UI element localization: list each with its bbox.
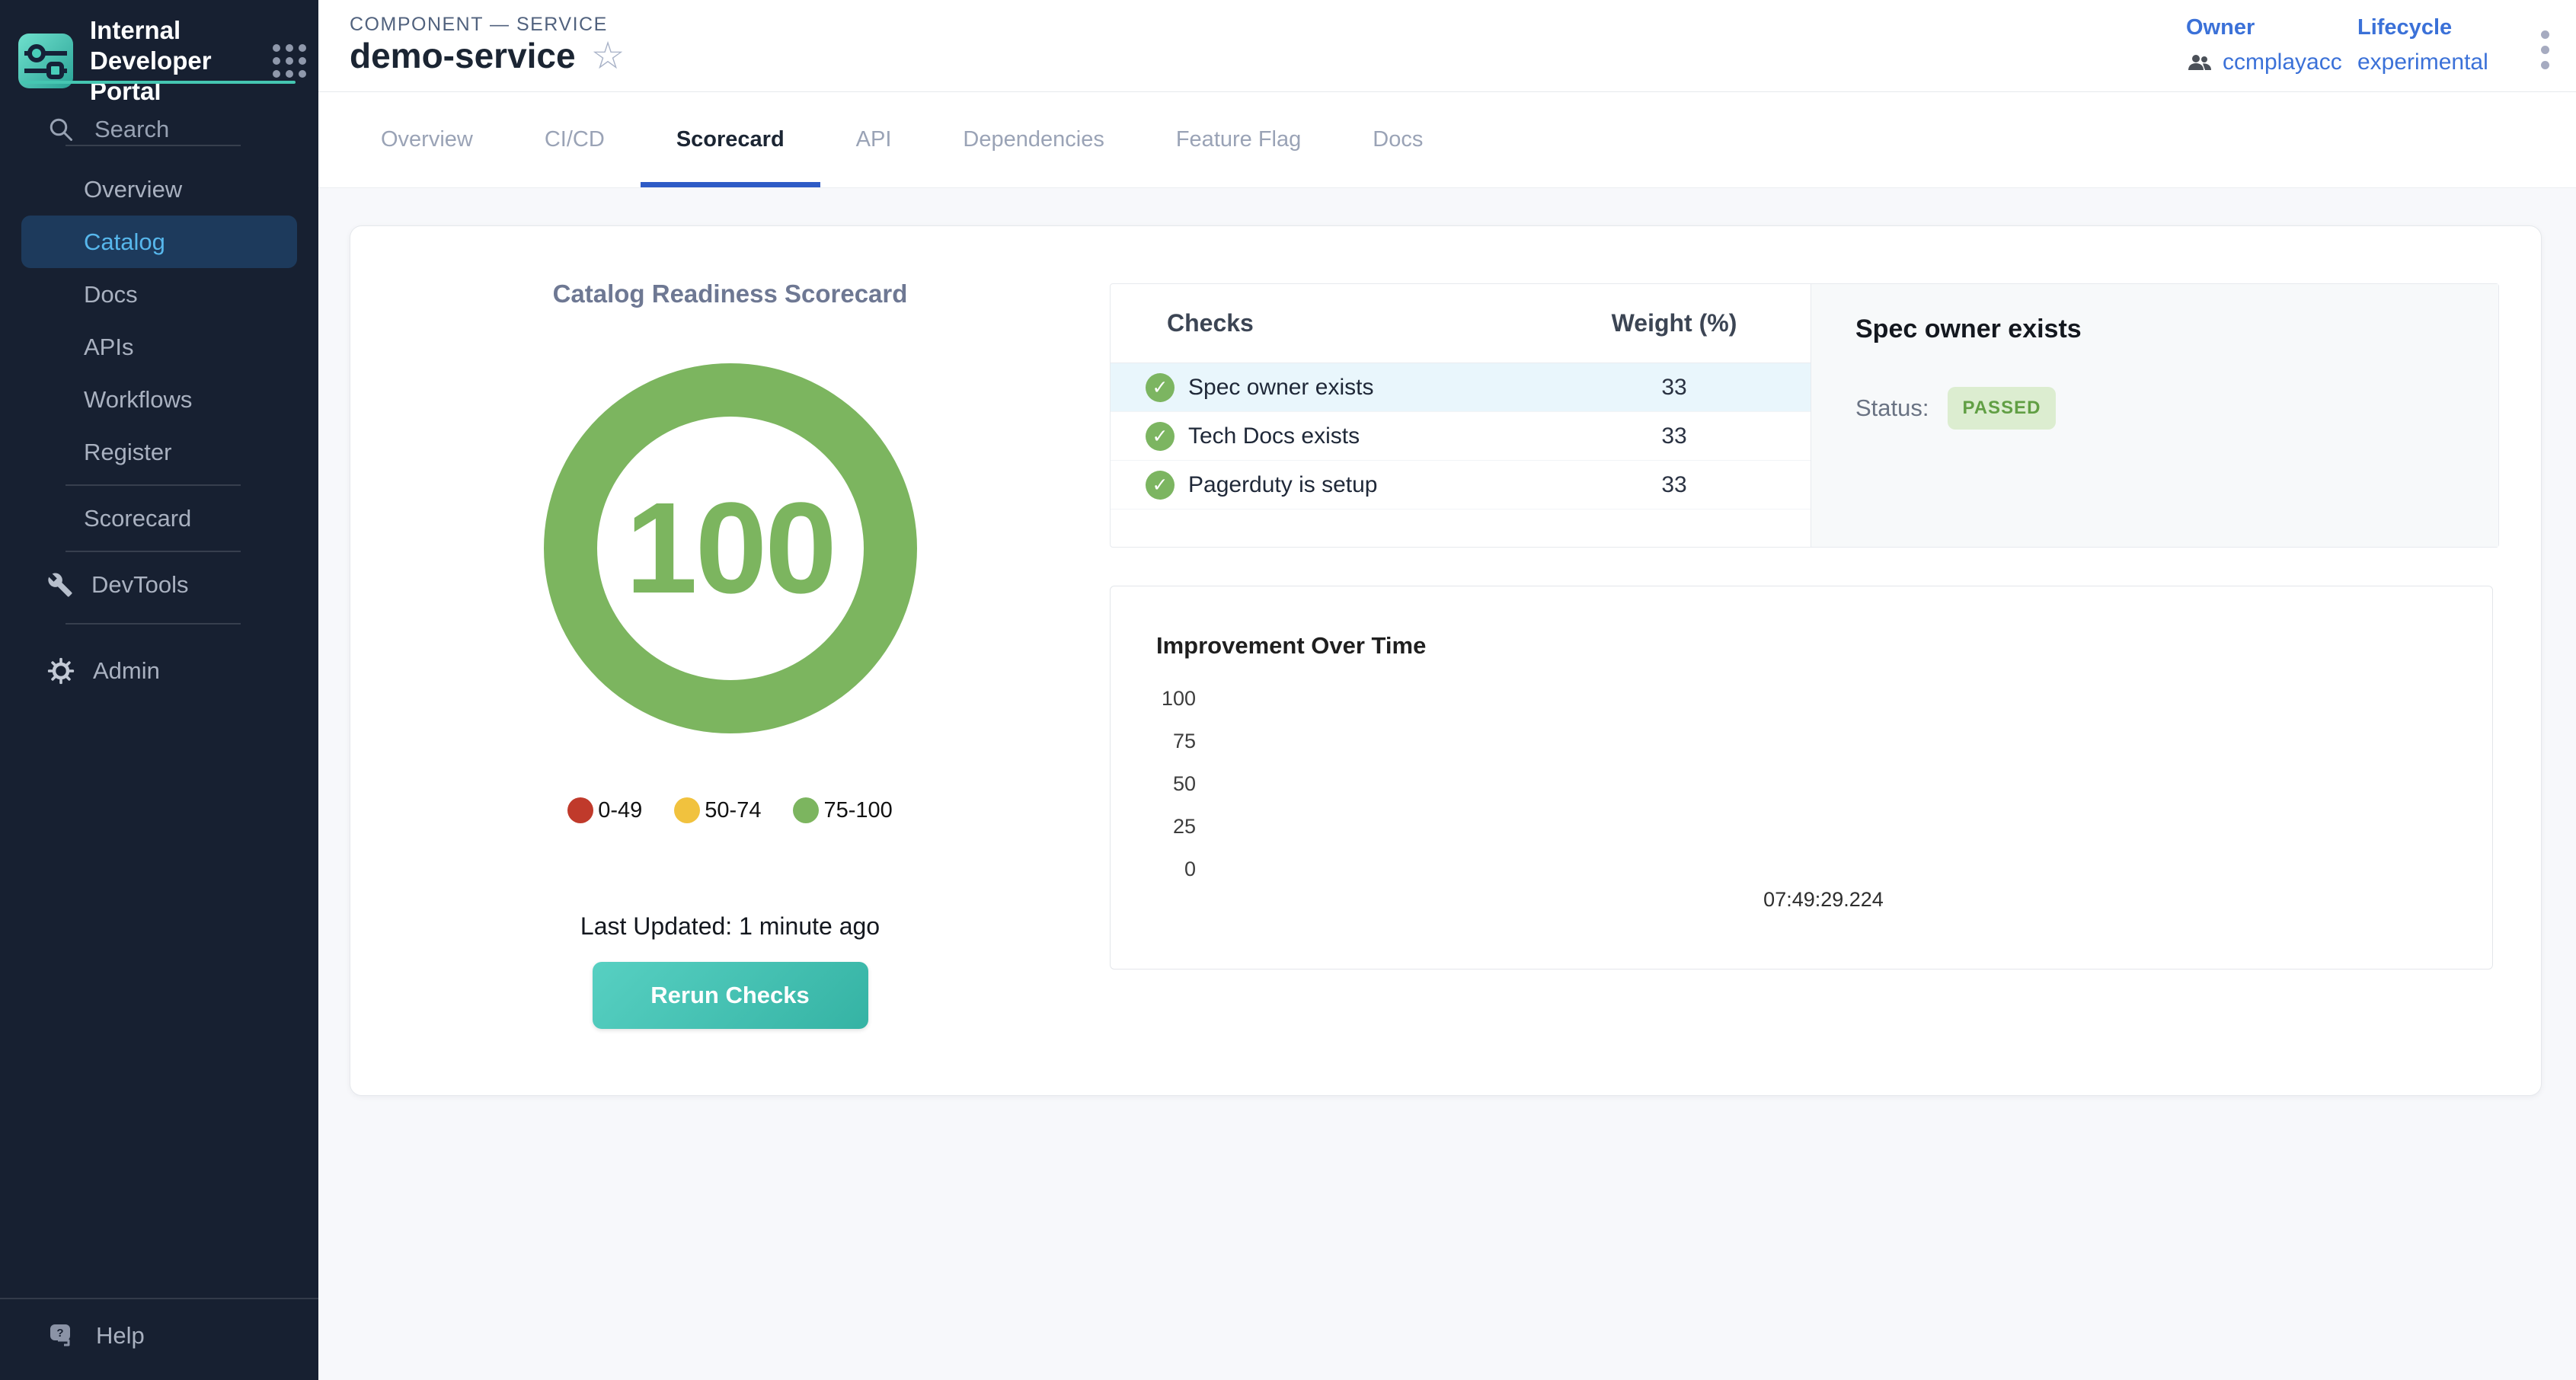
scorecard-title: Catalog Readiness Scorecard xyxy=(350,280,1110,308)
search-icon xyxy=(47,116,75,143)
entity-tabs: Overview CI/CD Scorecard API Dependencie… xyxy=(318,92,2576,188)
sidebar-item-admin[interactable]: Admin xyxy=(0,644,318,697)
sidebar-header: Internal Developer Portal xyxy=(18,15,306,107)
legend-dot-yellow xyxy=(674,797,700,823)
checks-header: Checks xyxy=(1167,309,1587,337)
owner-label: Owner xyxy=(2186,15,2342,40)
sidebar-item-overview[interactable]: Overview xyxy=(0,163,318,216)
sidebar-item-scorecard[interactable]: Scorecard xyxy=(0,492,318,545)
sidebar-divider xyxy=(66,145,241,146)
app-root: Internal Developer Portal Search Overvie… xyxy=(0,0,2576,1380)
gear-icon xyxy=(47,657,75,685)
score-legend: 0-49 50-74 75-100 xyxy=(567,797,893,823)
tab-overview[interactable]: Overview xyxy=(345,92,509,187)
check-passed-icon xyxy=(1146,373,1175,402)
wrench-icon xyxy=(47,572,73,598)
lifecycle-label: Lifecycle xyxy=(2357,15,2488,40)
sidebar-divider xyxy=(66,484,241,486)
score-donut: 100 xyxy=(544,363,917,733)
sidebar-item-help[interactable]: ? Help xyxy=(0,1308,318,1363)
more-options-icon[interactable] xyxy=(2536,26,2554,74)
legend-item-high: 75-100 xyxy=(793,797,892,823)
tab-feature-flag[interactable]: Feature Flag xyxy=(1140,92,1337,187)
accent-divider xyxy=(21,81,296,84)
check-detail-panel: Spec owner exists Status: PASSED xyxy=(1811,284,2498,547)
sidebar-divider xyxy=(0,1298,318,1299)
legend-item-low: 0-49 xyxy=(567,797,642,823)
sidebar-nav: Overview Catalog Docs APIs Workflows Reg… xyxy=(0,163,318,611)
page-title: demo-service xyxy=(350,35,576,76)
apps-grid-icon[interactable] xyxy=(273,44,306,78)
weight-header: Weight (%) xyxy=(1587,309,1762,337)
tab-api[interactable]: API xyxy=(820,92,928,187)
check-passed-icon xyxy=(1146,422,1175,451)
checks-table-header: Checks Weight (%) xyxy=(1111,284,1811,363)
owner-value[interactable]: ccmplayacc xyxy=(2186,50,2342,75)
improvement-chart: Improvement Over Time 100 75 50 25 0 07:… xyxy=(1110,586,2493,970)
sidebar-item-register[interactable]: Register xyxy=(0,426,318,478)
favorite-star-icon[interactable] xyxy=(591,37,625,75)
sidebar: Internal Developer Portal Search Overvie… xyxy=(0,0,318,1380)
status-badge: PASSED xyxy=(1948,387,2057,430)
checks-panels: Checks Weight (%) Spec owner exists 33 T… xyxy=(1110,283,2499,548)
help-icon: ? xyxy=(47,1322,78,1350)
scorecard-tab-content: Catalog Readiness Scorecard 100 0-49 50-… xyxy=(318,188,2576,1380)
score-column: Catalog Readiness Scorecard 100 0-49 50-… xyxy=(350,226,1110,1095)
chart-title: Improvement Over Time xyxy=(1156,632,1426,660)
breadcrumb: COMPONENT — SERVICE xyxy=(350,14,608,36)
legend-item-mid: 50-74 xyxy=(674,797,761,823)
check-detail-title: Spec owner exists xyxy=(1855,315,2498,344)
entity-header: COMPONENT — SERVICE demo-service Owner xyxy=(318,0,2576,92)
chart-y-axis: 100 75 50 25 0 xyxy=(1129,677,1196,890)
people-icon xyxy=(2186,52,2213,73)
main-area: COMPONENT — SERVICE demo-service Owner xyxy=(318,0,2576,1380)
sidebar-divider xyxy=(66,623,241,625)
check-row-tech-docs[interactable]: Tech Docs exists 33 xyxy=(1111,412,1811,461)
lifecycle-value[interactable]: experimental xyxy=(2357,50,2488,75)
tab-cicd[interactable]: CI/CD xyxy=(509,92,641,187)
sidebar-item-workflows[interactable]: Workflows xyxy=(0,373,318,426)
lifecycle-meta: Lifecycle experimental xyxy=(2357,15,2488,75)
rerun-checks-button[interactable]: Rerun Checks xyxy=(593,962,868,1029)
legend-dot-red xyxy=(567,797,593,823)
svg-text:?: ? xyxy=(56,1327,63,1340)
check-passed-icon xyxy=(1146,471,1175,500)
chart-x-tick: 07:49:29.224 xyxy=(1763,888,1884,912)
sidebar-footer: ? Help xyxy=(0,1298,318,1363)
portal-title: Internal Developer Portal xyxy=(90,15,250,107)
check-row-pagerduty[interactable]: Pagerduty is setup 33 xyxy=(1111,461,1811,510)
sidebar-item-docs[interactable]: Docs xyxy=(0,268,318,321)
sidebar-item-devtools[interactable]: DevTools xyxy=(0,558,318,611)
sidebar-divider xyxy=(66,551,241,552)
scorecard-card: Catalog Readiness Scorecard 100 0-49 50-… xyxy=(350,225,2542,1096)
last-updated: Last Updated: 1 minute ago xyxy=(350,912,1110,941)
tab-docs[interactable]: Docs xyxy=(1337,92,1459,187)
search-label: Search xyxy=(94,116,169,143)
sidebar-item-apis[interactable]: APIs xyxy=(0,321,318,373)
score-value: 100 xyxy=(625,474,835,623)
sidebar-item-catalog[interactable]: Catalog xyxy=(21,216,297,268)
checks-table: Checks Weight (%) Spec owner exists 33 T… xyxy=(1111,284,1811,547)
tab-scorecard[interactable]: Scorecard xyxy=(641,92,820,187)
sidebar-admin-section: Admin xyxy=(0,623,318,697)
owner-meta: Owner ccmplayacc xyxy=(2186,15,2342,75)
status-label: Status: xyxy=(1855,395,1929,422)
sidebar-search[interactable]: Search xyxy=(0,110,318,149)
tab-dependencies[interactable]: Dependencies xyxy=(927,92,1139,187)
legend-dot-green xyxy=(793,797,819,823)
check-row-spec-owner[interactable]: Spec owner exists 33 xyxy=(1111,363,1811,412)
